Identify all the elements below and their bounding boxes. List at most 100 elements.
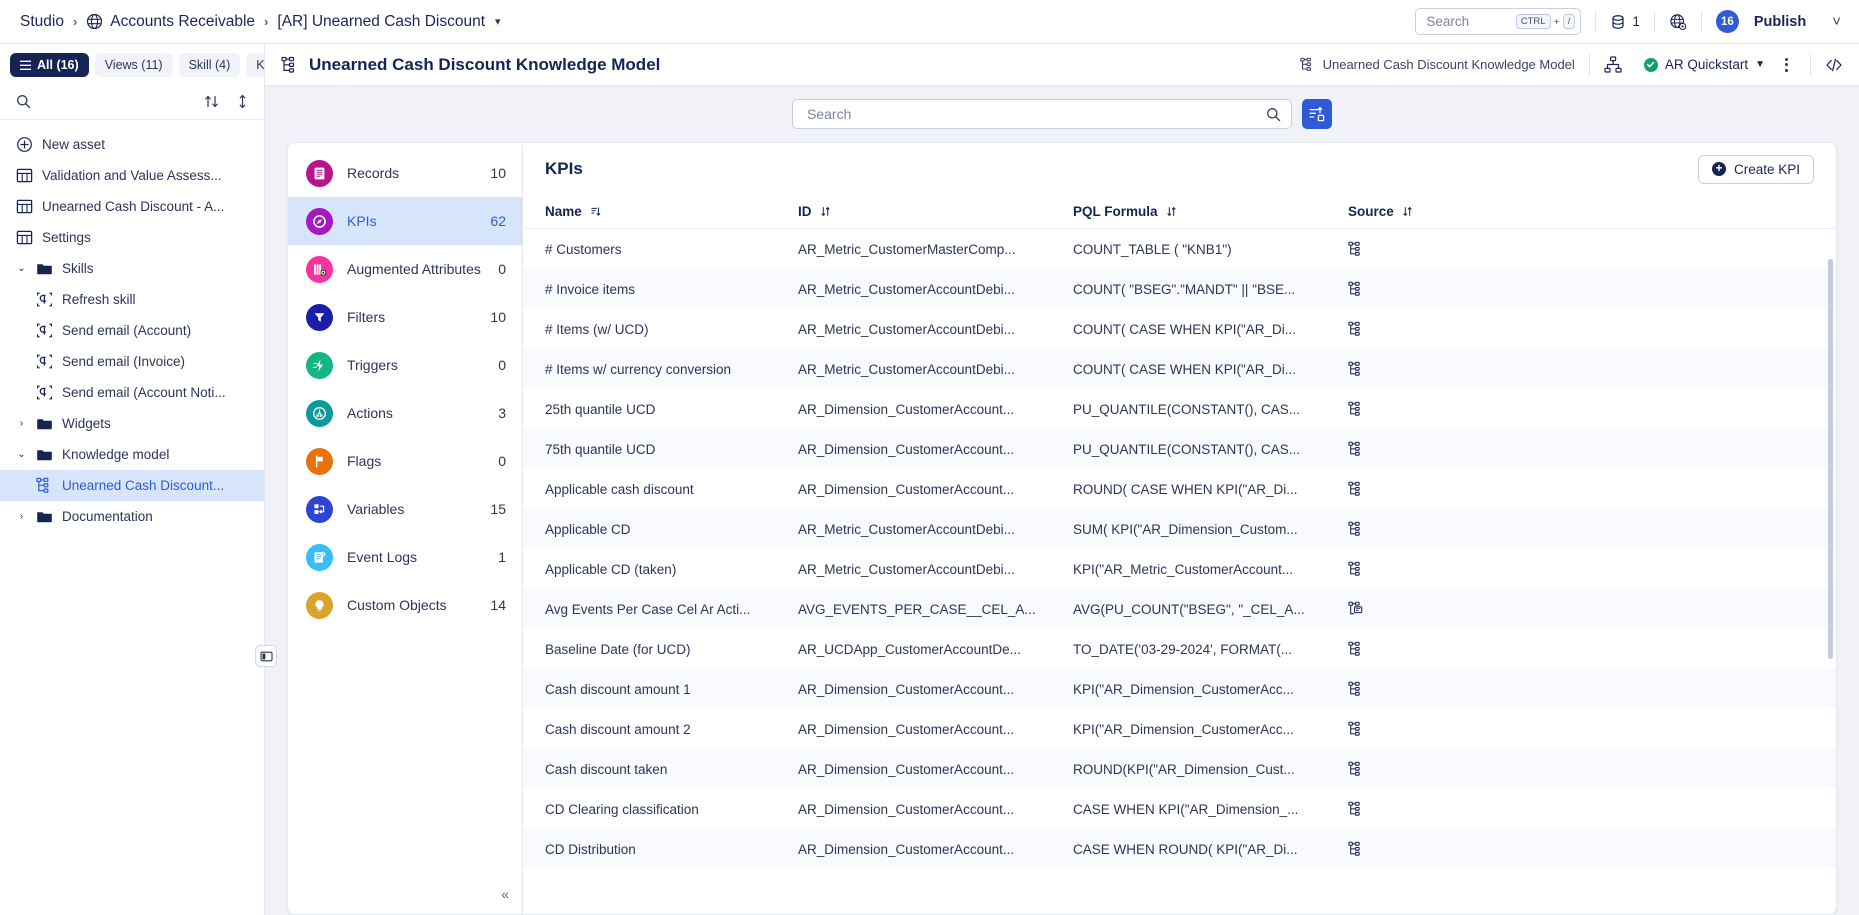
chevron-right-icon[interactable]: › xyxy=(16,418,27,429)
divider xyxy=(1595,10,1597,33)
table-row[interactable]: Baseline Date (for UCD) AR_UCDApp_Custome… xyxy=(523,629,1836,669)
sidebar-item-refresh-skill[interactable]: Refresh skill xyxy=(0,284,264,315)
global-search-input[interactable]: Search CTRL + / xyxy=(1415,8,1582,35)
column-header-pql-formula[interactable]: PQL Formula xyxy=(1073,204,1348,219)
table-row[interactable]: Cash discount amount 1 AR_Dimension_Custo… xyxy=(523,669,1836,709)
publish-chevron-down-icon[interactable]: ˅ xyxy=(1832,13,1841,30)
filter-tab-knowledge[interactable]: Know xyxy=(246,53,264,77)
top-bar: Studio › Accounts Receivable › [AR] Unea… xyxy=(0,0,1859,44)
table-row[interactable]: Applicable CD (taken) AR_Metric_CustomerA… xyxy=(523,549,1836,589)
knowledge-model-breadcrumb[interactable]: Unearned Cash Discount Knowledge Model xyxy=(1299,57,1575,72)
table-row[interactable]: # Items w/ currency conversion AR_Metric_… xyxy=(523,349,1836,389)
sidebar-collapse-button[interactable] xyxy=(255,645,277,667)
knowledge-model-icon xyxy=(1348,441,1814,457)
table-row[interactable]: CD Clearing classification AR_Dimension_C… xyxy=(523,789,1836,829)
column-label: Source xyxy=(1348,204,1394,219)
sidebar-item-send-email-account[interactable]: Send email (Account) xyxy=(0,315,264,346)
more-options-button[interactable] xyxy=(1777,54,1796,76)
category-item-kpis[interactable]: KPIs 62 xyxy=(288,197,522,245)
table-row[interactable]: # Items (w/ UCD) AR_Metric_CustomerAccoun… xyxy=(523,309,1836,349)
settings-globe-button[interactable] xyxy=(1669,13,1687,31)
kbd-ctrl: CTRL xyxy=(1515,13,1551,30)
folder-icon xyxy=(36,446,53,463)
sidebar-item-widgets[interactable]: › Widgets xyxy=(0,408,264,439)
sidebar-item-send-email-invoice[interactable]: Send email (Invoice) xyxy=(0,346,264,377)
table-row[interactable]: Applicable CD AR_Metric_CustomerAccountDe… xyxy=(523,509,1836,549)
app-root: Studio › Accounts Receivable › [AR] Unea… xyxy=(0,0,1859,915)
augmented-icon xyxy=(306,255,333,283)
knowledge-model-icon xyxy=(281,56,299,74)
sort-icon[interactable] xyxy=(204,94,219,109)
sidebar-item-send-email-account-noti[interactable]: Send email (Account Noti... xyxy=(0,377,264,408)
model-search-placeholder: Search xyxy=(807,106,852,122)
collapse-panel-icon[interactable]: « xyxy=(501,886,509,902)
chevron-down-icon[interactable]: ⌄ xyxy=(16,263,27,274)
search-icon[interactable] xyxy=(16,94,31,109)
plus-icon: + xyxy=(1711,162,1726,176)
category-item-records[interactable]: Records 10 xyxy=(288,149,522,197)
sidebar-item-unearned-cash-discount[interactable]: Unearned Cash Discount... xyxy=(0,470,264,501)
breadcrumb-item-studio[interactable]: Studio xyxy=(20,13,64,31)
search-icon[interactable] xyxy=(1266,107,1281,122)
category-item-filters[interactable]: Filters 10 xyxy=(288,293,522,341)
model-graph-icon[interactable] xyxy=(1604,55,1622,74)
table-row[interactable]: 25th quantile UCD AR_Dimension_CustomerAc… xyxy=(523,389,1836,429)
table-row[interactable]: Avg Events Per Case Cel Ar Acti... AVG_EV… xyxy=(523,589,1836,629)
sidebar-item-settings[interactable]: Settings xyxy=(0,222,264,253)
category-item-variables[interactable]: Variables 15 xyxy=(288,485,522,533)
column-header-source[interactable]: Source xyxy=(1348,204,1814,219)
cell-pql-formula: AVG(PU_COUNT("BSEG", "_CEL_A... xyxy=(1073,601,1305,617)
category-item-custom-objects[interactable]: Custom Objects 14 xyxy=(288,581,522,629)
knowledge-model-icon xyxy=(1348,801,1814,817)
breadcrumb-item-current-package[interactable]: [AR] Unearned Cash Discount ▾ xyxy=(277,13,500,31)
filter-tab-all[interactable]: All (16) xyxy=(10,53,89,77)
expand-collapse-icon[interactable] xyxy=(235,94,250,109)
breadcrumb-separator-icon: › xyxy=(72,14,78,29)
model-search-input[interactable]: Search xyxy=(792,99,1292,129)
filter-tab-views[interactable]: Views (11) xyxy=(94,53,173,77)
sidebar-item-unearned-cash-discount-a[interactable]: Unearned Cash Discount - A... xyxy=(0,191,264,222)
category-item-event-logs[interactable]: Event Logs 1 xyxy=(288,533,522,581)
sidebar-item-documentation[interactable]: › Documentation xyxy=(0,501,264,532)
category-item-augmented-attributes[interactable]: Augmented Attributes 0 xyxy=(288,245,522,293)
chevron-down-icon[interactable]: ⌄ xyxy=(16,449,27,460)
cell-id: AR_Dimension_CustomerAccount... xyxy=(798,721,1015,737)
knowledge-model-icon xyxy=(1348,561,1814,577)
cell-source xyxy=(1348,721,1814,737)
cell-id: AR_Dimension_CustomerAccount... xyxy=(798,401,1015,417)
create-kpi-button[interactable]: + Create KPI xyxy=(1697,154,1814,184)
publish-button[interactable]: 16 Publish xyxy=(1715,10,1806,33)
category-item-actions[interactable]: Actions 3 xyxy=(288,389,522,437)
sidebar-item-label: Widgets xyxy=(62,416,111,431)
asset-tree: New asset Validation and Value Assess... U… xyxy=(0,120,264,915)
sidebar-item-new-asset[interactable]: New asset xyxy=(0,129,264,160)
filter-tab-label: Skill (4) xyxy=(188,58,231,72)
model-diagram-button[interactable] xyxy=(1302,99,1332,129)
table-row[interactable]: CD Distribution AR_Dimension_CustomerAcco… xyxy=(523,829,1836,869)
sidebar-item-validation-and-value-assess[interactable]: Validation and Value Assess... xyxy=(0,160,264,191)
data-pool-button[interactable]: 1 xyxy=(1610,14,1640,30)
cell-pql-formula: KPI("AR_Dimension_CustomerAcc... xyxy=(1073,681,1294,697)
filter-tab-skill[interactable]: Skill (4) xyxy=(178,53,241,77)
folder-icon xyxy=(36,260,53,277)
table-row[interactable]: Cash discount taken AR_Dimension_Customer… xyxy=(523,749,1836,789)
table-row[interactable]: # Customers AR_Metric_CustomerMasterComp.… xyxy=(523,229,1836,269)
code-view-icon[interactable] xyxy=(1825,56,1843,74)
table-scrollbar[interactable] xyxy=(1828,259,1833,659)
sidebar-item-knowledge-model[interactable]: ⌄ Knowledge model xyxy=(0,439,264,470)
environment-selector[interactable]: AR Quickstart ▼ xyxy=(1643,57,1765,72)
chevron-right-icon[interactable]: › xyxy=(16,511,27,522)
category-item-flags[interactable]: Flags 0 xyxy=(288,437,522,485)
knowledge-model-icon xyxy=(1348,321,1814,337)
chevron-down-icon[interactable]: ▾ xyxy=(495,15,501,28)
column-header-id[interactable]: ID xyxy=(798,204,1073,219)
main-header-actions: Unearned Cash Discount Knowledge Model A… xyxy=(1299,53,1843,76)
table-row[interactable]: Cash discount amount 2 AR_Dimension_Custo… xyxy=(523,709,1836,749)
table-row[interactable]: # Invoice items AR_Metric_CustomerAccount… xyxy=(523,269,1836,309)
table-row[interactable]: Applicable cash discount AR_Dimension_Cus… xyxy=(523,469,1836,509)
table-row[interactable]: 75th quantile UCD AR_Dimension_CustomerAc… xyxy=(523,429,1836,469)
breadcrumb-item-accounts-receivable[interactable]: Accounts Receivable xyxy=(86,13,255,31)
category-item-triggers[interactable]: Triggers 0 xyxy=(288,341,522,389)
sidebar-item-skills[interactable]: ⌄ Skills xyxy=(0,253,264,284)
column-header-name[interactable]: Name xyxy=(545,204,798,219)
